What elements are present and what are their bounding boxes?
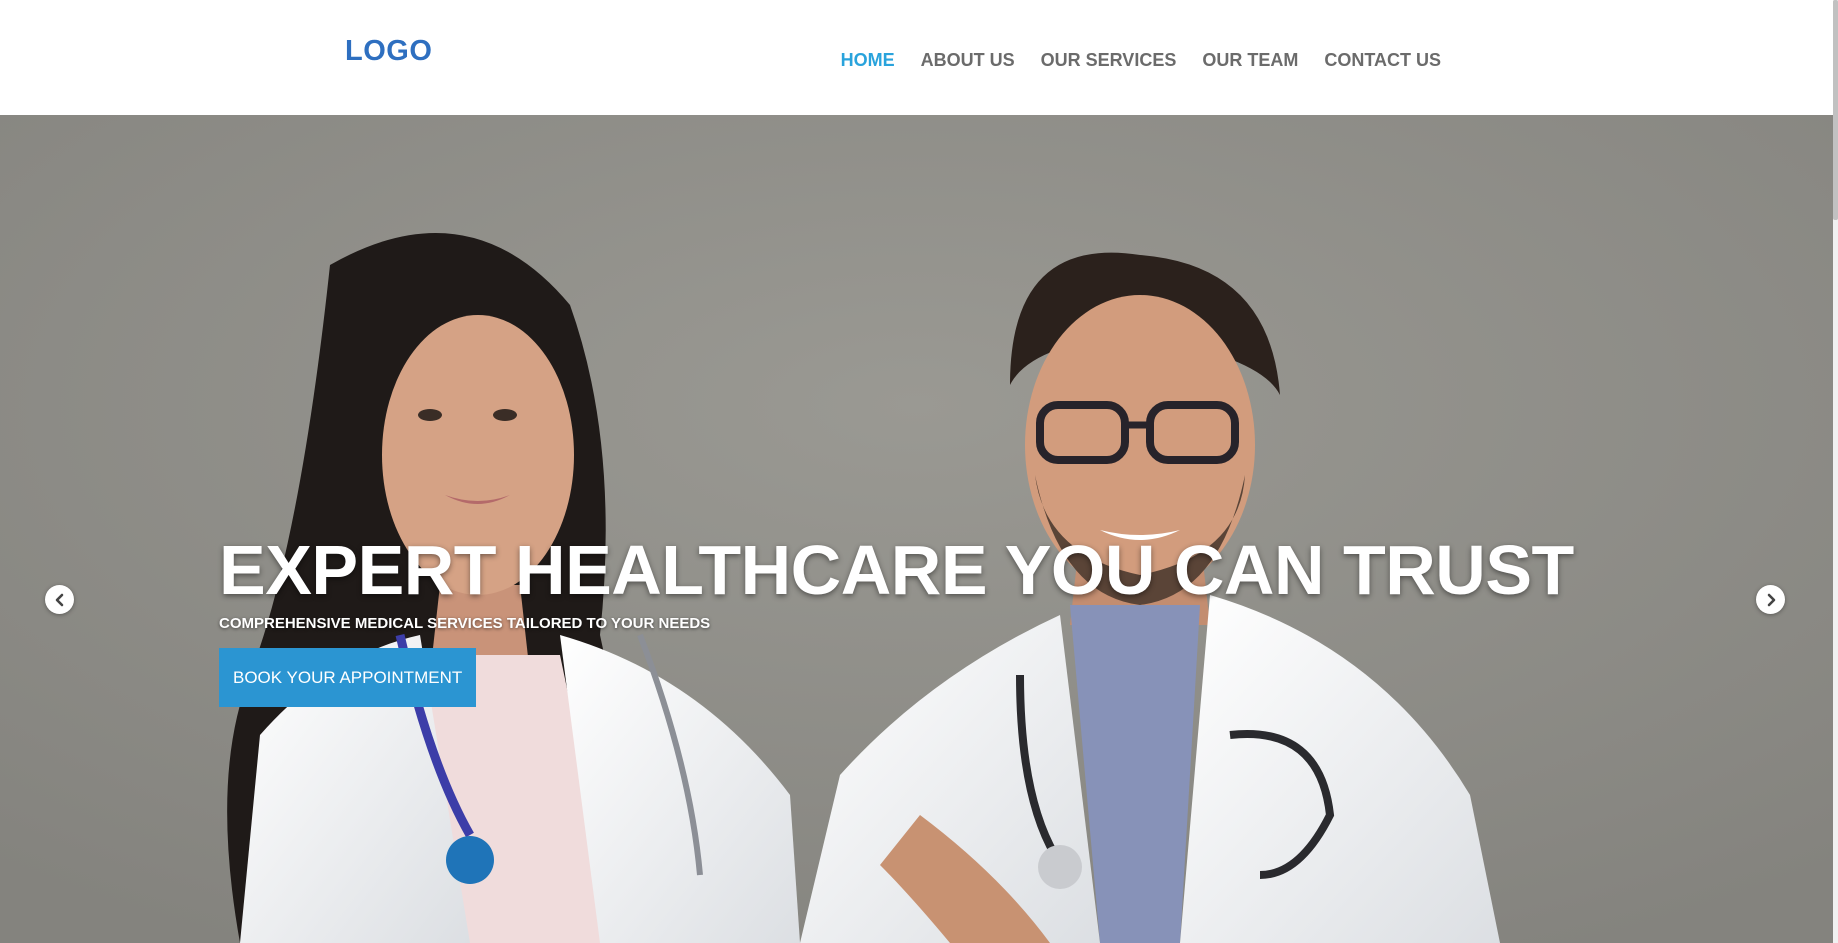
hero-background-photo bbox=[0, 115, 1833, 943]
scrollbar-thumb[interactable] bbox=[1833, 0, 1838, 220]
nav-our-services[interactable]: OUR SERVICES bbox=[1041, 50, 1177, 71]
page-scrollbar[interactable] bbox=[1833, 0, 1838, 943]
hero-title: EXPERT HEALTHCARE YOU CAN TRUST bbox=[219, 531, 1574, 609]
nav-our-team[interactable]: OUR TEAM bbox=[1202, 50, 1298, 71]
main-nav: HOME ABOUT US OUR SERVICES OUR TEAM CONT… bbox=[841, 50, 1441, 71]
chevron-left-icon bbox=[55, 593, 63, 606]
chevron-right-icon bbox=[1767, 593, 1775, 606]
hero-content: EXPERT HEALTHCARE YOU CAN TRUST COMPREHE… bbox=[219, 535, 1574, 707]
hero-carousel: EXPERT HEALTHCARE YOU CAN TRUST COMPREHE… bbox=[0, 115, 1833, 943]
carousel-prev-button[interactable] bbox=[45, 585, 74, 614]
carousel-next-button[interactable] bbox=[1756, 585, 1785, 614]
book-appointment-button[interactable]: BOOK YOUR APPOINTMENT bbox=[219, 648, 477, 707]
nav-about-us[interactable]: ABOUT US bbox=[921, 50, 1015, 71]
nav-contact-us[interactable]: CONTACT US bbox=[1324, 50, 1441, 71]
site-header: LOGO HOME ABOUT US OUR SERVICES OUR TEAM… bbox=[0, 0, 1833, 115]
logo[interactable]: LOGO bbox=[345, 35, 432, 68]
hero-subtitle: COMPREHENSIVE MEDICAL SERVICES TAILORED … bbox=[219, 615, 711, 632]
page: LOGO HOME ABOUT US OUR SERVICES OUR TEAM… bbox=[0, 0, 1838, 943]
nav-home[interactable]: HOME bbox=[841, 50, 895, 71]
